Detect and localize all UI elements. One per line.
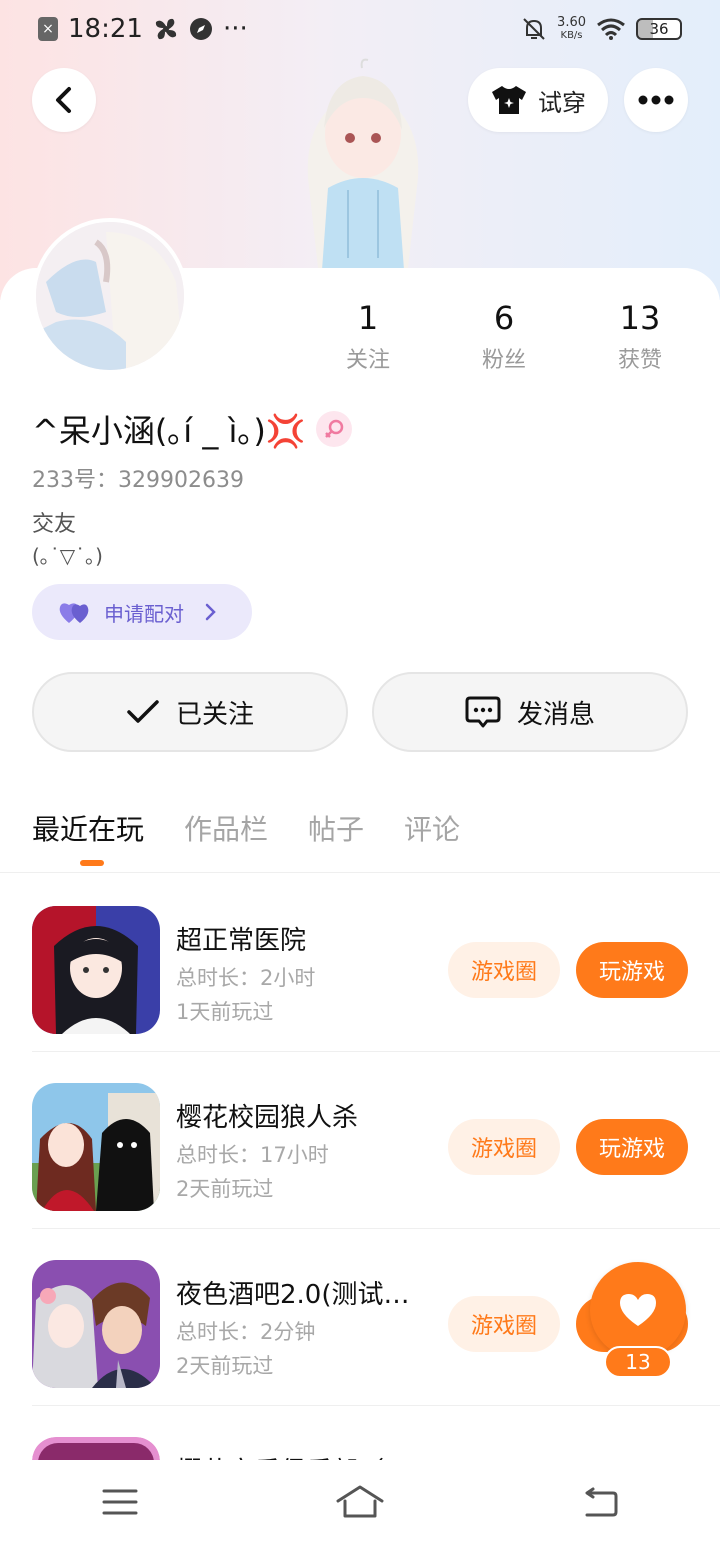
request-pair-label: 申请配对 (104, 601, 184, 626)
wifi-icon (597, 18, 625, 40)
status-bar: × 18:21 ··· 3.60 KB/s 36 (0, 0, 720, 58)
stat-following[interactable]: 1 关注 (300, 298, 436, 374)
double-heart-icon (59, 603, 89, 623)
network-speed-unit: KB/s (560, 30, 583, 41)
system-nav-bar (0, 1460, 720, 1544)
tab-recently-played[interactable]: 最近在玩 (32, 808, 144, 866)
user-id: 233号：329902639 (32, 468, 244, 493)
profile-screen: × 18:21 ··· 3.60 KB/s 36 试穿 1 关注 6 粉丝 13… (0, 0, 720, 1544)
game-last-played: 2天前玩过 (176, 1177, 274, 1201)
network-speed-value: 3.60 (557, 15, 586, 30)
send-message-label: 发消息 (516, 699, 595, 730)
stat-followers-count: 6 (493, 299, 515, 337)
play-game-button[interactable]: 玩游戏 (576, 1119, 688, 1175)
request-pair-button[interactable]: 申请配对 (32, 584, 252, 640)
play-game-button[interactable]: 玩游戏 (576, 942, 688, 998)
like-floating-button[interactable] (590, 1262, 686, 1358)
game-circle-button[interactable]: 游戏圈 (448, 942, 560, 998)
bio-line-2: (｡˙▽˙｡) (32, 544, 103, 568)
game-list-item[interactable]: 超正常医院 总时长：2小时 1天前玩过 游戏圈 玩游戏 (32, 876, 720, 1052)
stat-likes[interactable]: 13 获赞 (572, 298, 708, 374)
checkmark-icon (127, 700, 159, 723)
row-separator (32, 1405, 720, 1406)
home-icon (336, 1485, 384, 1518)
try-on-label: 试穿 (538, 88, 586, 117)
following-button[interactable]: 已关注 (32, 672, 348, 752)
send-message-button[interactable]: 发消息 (372, 672, 688, 752)
nav-back-button[interactable] (560, 1472, 640, 1532)
more-dots-icon (638, 95, 674, 105)
game-icon[interactable] (32, 1260, 160, 1388)
following-label: 已关注 (175, 699, 254, 730)
female-gender-icon (315, 411, 352, 447)
back-arrow-icon (585, 1487, 618, 1517)
chat-bubble-icon (465, 696, 501, 728)
stat-followers-label: 粉丝 (481, 348, 526, 373)
chevron-left-icon (56, 87, 71, 113)
stat-following-count: 1 (357, 299, 379, 337)
row-separator (32, 1051, 720, 1052)
bio-line-1: 交友 (32, 512, 77, 537)
username: ^呆小涵(｡í _ ì｡)💢 (32, 412, 306, 450)
username-row: ^呆小涵(｡í _ ì｡)💢 (32, 406, 352, 452)
compass-icon (189, 18, 212, 40)
game-last-played: 2天前玩过 (176, 1354, 274, 1378)
stat-likes-label: 获赞 (617, 348, 662, 373)
more-options-button[interactable] (624, 68, 688, 132)
menu-icon (102, 1489, 138, 1515)
like-count-badge: 13 (604, 1346, 672, 1378)
profile-stats: 1 关注 6 粉丝 13 获赞 (300, 298, 710, 374)
tab-posts[interactable]: 帖子 (308, 808, 364, 848)
game-duration: 总时长：2分钟 (176, 1320, 316, 1344)
stat-followers[interactable]: 6 粉丝 (436, 298, 572, 374)
game-list-item[interactable]: 樱花校园狼人杀 总时长：17小时 2天前玩过 游戏圈 玩游戏 (32, 1053, 720, 1229)
nav-home-button[interactable] (320, 1472, 400, 1532)
mute-bell-icon (523, 18, 545, 40)
game-list-item[interactable]: 樱花音乐俱乐部（ (32, 1407, 720, 1460)
tshirt-icon (492, 86, 526, 114)
stat-following-label: 关注 (345, 348, 390, 373)
avatar-illustration (36, 222, 184, 370)
game-circle-button[interactable]: 游戏圈 (448, 1296, 560, 1352)
game-title: 樱花音乐俱乐部（ (176, 1451, 436, 1460)
network-speed: 3.60 KB/s (557, 16, 586, 42)
tab-comments[interactable]: 评论 (404, 808, 460, 848)
battery-indicator: 36 (636, 18, 682, 40)
fan-icon (155, 18, 177, 40)
game-title: 夜色酒吧2.0(测试… (176, 1280, 410, 1310)
game-last-played: 1天前玩过 (176, 1000, 274, 1024)
heart-icon (620, 1294, 656, 1326)
status-time: 18:21 (68, 14, 143, 44)
stat-likes-count: 13 (619, 299, 661, 337)
game-icon[interactable] (32, 1083, 160, 1211)
game-circle-button[interactable]: 游戏圈 (448, 1119, 560, 1175)
game-title: 樱花校园狼人杀 (176, 1103, 359, 1133)
chevron-right-icon (205, 603, 216, 621)
game-duration: 总时长：17小时 (176, 1143, 329, 1167)
status-more-dots: ··· (222, 14, 248, 44)
tab-divider (0, 872, 720, 873)
game-duration: 总时长：2小时 (176, 966, 316, 990)
nav-menu-button[interactable] (80, 1472, 160, 1532)
notification-x-icon: × (38, 17, 58, 41)
row-separator (32, 1228, 720, 1229)
character-illustration (307, 58, 419, 270)
back-button[interactable] (32, 68, 96, 132)
tab-works[interactable]: 作品栏 (184, 808, 268, 848)
avatar[interactable] (32, 218, 188, 374)
game-icon[interactable] (32, 1437, 160, 1460)
profile-tabs: 最近在玩 作品栏 帖子 评论 (32, 808, 460, 866)
game-icon[interactable] (32, 906, 160, 1034)
try-on-button[interactable]: 试穿 (468, 68, 608, 132)
game-title: 超正常医院 (176, 926, 307, 956)
